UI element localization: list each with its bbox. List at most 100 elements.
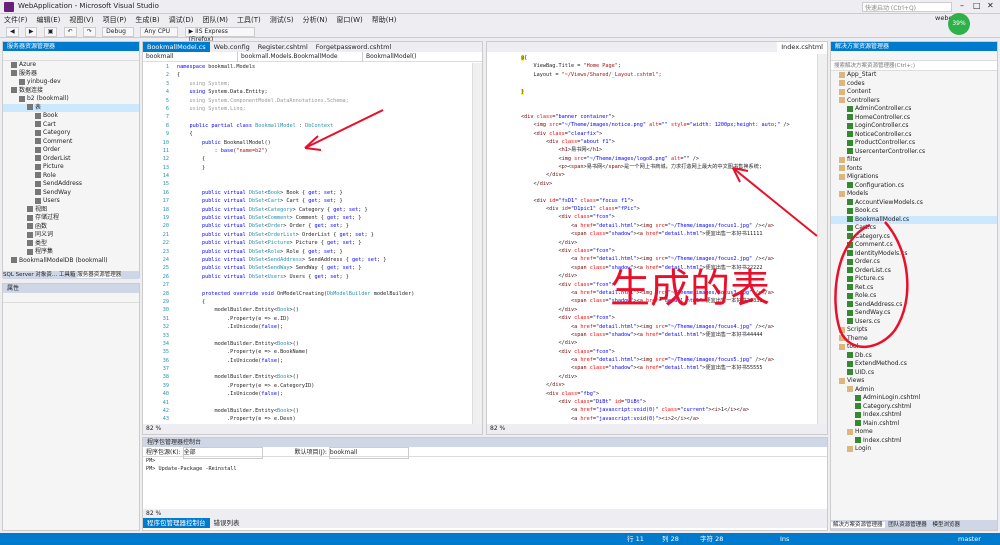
menu-project[interactable]: 项目(P)	[103, 14, 127, 26]
server-explorer-item[interactable]: Book	[3, 112, 139, 121]
solution-explorer-item[interactable]: Admin	[831, 386, 997, 395]
forward-button[interactable]: ▶	[24, 27, 38, 37]
menu-edit[interactable]: 编辑(E)	[37, 14, 61, 26]
tab-forgetpassword[interactable]: Forgetpassword.cshtml	[312, 42, 395, 52]
pmc-project-select[interactable]: bookmall	[328, 447, 409, 459]
solution-explorer-item[interactable]: filter	[831, 156, 997, 165]
solution-explorer-item[interactable]: codes	[831, 80, 997, 89]
menu-team[interactable]: 团队(M)	[202, 14, 228, 26]
server-explorer-item[interactable]: 服务器	[3, 70, 139, 79]
pmc-output[interactable]: PM> PM> Update-Package -Reinstall	[143, 457, 827, 509]
platform-select[interactable]: Any CPU	[140, 27, 179, 37]
tab-server-explorer[interactable]: 服务器资源管理器	[77, 272, 122, 278]
left-zoom[interactable]: 82 %	[143, 424, 482, 434]
server-explorer-item[interactable]: 同义词	[3, 231, 139, 240]
solution-explorer-item[interactable]: Configuration.cs	[831, 182, 997, 191]
solution-explorer-item[interactable]: Theme	[831, 335, 997, 344]
redo-icon[interactable]: ↷	[82, 27, 96, 37]
tab-toolbox[interactable]: 工具箱	[59, 272, 76, 278]
solution-explorer-item[interactable]: Migrations	[831, 173, 997, 182]
solution-explorer-item[interactable]: Controllers	[831, 97, 997, 106]
menu-debug[interactable]: 调试(D)	[169, 14, 194, 26]
tab-model-browser[interactable]: 模型浏览器	[931, 522, 963, 528]
solution-explorer-item[interactable]: Models	[831, 190, 997, 199]
left-scrollbar[interactable]	[472, 63, 482, 424]
server-explorer-item[interactable]: Role	[3, 172, 139, 181]
menu-window[interactable]: 窗口(W)	[336, 14, 362, 26]
solution-explorer-item[interactable]: Picture.cs	[831, 275, 997, 284]
server-explorer-item[interactable]: Azure	[3, 61, 139, 70]
tab-solution-explorer[interactable]: 解决方案资源管理器	[831, 522, 885, 528]
solution-explorer-item[interactable]: tool	[831, 343, 997, 352]
solution-explorer-item[interactable]: SendWay.cs	[831, 309, 997, 318]
pmc-zoom[interactable]: 82 %	[143, 509, 827, 518]
server-explorer-item[interactable]: 类型	[3, 240, 139, 249]
server-explorer-item[interactable]: yinbug-dev	[3, 78, 139, 87]
menu-tools[interactable]: 工具(T)	[237, 14, 261, 26]
server-explorer-item[interactable]: BookmallModelDB (bookmall)	[3, 257, 139, 266]
maximize-button[interactable]: □	[973, 1, 981, 10]
minimize-button[interactable]: –	[960, 1, 964, 10]
server-explorer-item[interactable]: Order	[3, 146, 139, 155]
server-explorer-item[interactable]: Category	[3, 129, 139, 138]
quick-launch-input[interactable]: 快速启动 (Ctrl+Q)	[862, 2, 952, 12]
solution-explorer-item[interactable]: UID.cs	[831, 369, 997, 378]
solution-explorer-item[interactable]: Content	[831, 88, 997, 97]
solution-explorer-item[interactable]: Category.cs	[831, 233, 997, 242]
server-explorer-item[interactable]: b2 (bookmall)	[3, 95, 139, 104]
right-code[interactable]: @{ ViewBag.Title = "Home Page"; Layout =…	[521, 54, 815, 424]
right-scrollbar[interactable]	[817, 54, 827, 424]
tab-bookmallmodel[interactable]: BookmallModel.cs	[143, 42, 210, 52]
solution-explorer-item[interactable]: BookmallModel.cs	[831, 215, 997, 224]
solution-explorer-item[interactable]: AdminController.cs	[831, 105, 997, 114]
solution-explorer-item[interactable]: HomeController.cs	[831, 114, 997, 123]
save-icon[interactable]: ▣	[43, 27, 58, 37]
menu-test[interactable]: 测试(S)	[270, 14, 294, 26]
solution-explorer-item[interactable]: Users.cs	[831, 318, 997, 327]
solution-explorer-item[interactable]: Order.cs	[831, 258, 997, 267]
server-explorer-item[interactable]: OrderList	[3, 155, 139, 164]
server-explorer-item[interactable]: Comment	[3, 138, 139, 147]
server-explorer-item[interactable]: 视图	[3, 206, 139, 215]
pmc-source-select[interactable]: 全部	[182, 447, 263, 459]
server-explorer-item[interactable]: Cart	[3, 121, 139, 130]
close-button[interactable]: ✕	[987, 1, 994, 10]
undo-icon[interactable]: ↶	[63, 27, 77, 37]
nav-project[interactable]: bookmall	[143, 52, 238, 62]
server-explorer-item[interactable]: 数据连接	[3, 87, 139, 96]
solution-explorer-item[interactable]: Main.cshtml	[831, 420, 997, 429]
solution-explorer-item[interactable]: LoginController.cs	[831, 122, 997, 131]
server-explorer-item[interactable]: 函数	[3, 223, 139, 232]
back-button[interactable]: ◀	[6, 27, 19, 37]
tab-error-list[interactable]: 错误列表	[210, 518, 244, 528]
run-button[interactable]: ▶ IIS Express (Firefox)	[184, 27, 255, 43]
status-branch[interactable]: master	[958, 533, 981, 545]
solution-explorer-item[interactable]: Category.cshtml	[831, 403, 997, 412]
tab-sql-object[interactable]: SQL Server 对象资...	[3, 272, 57, 278]
solution-explorer-item[interactable]: Home	[831, 428, 997, 437]
solution-explorer-item[interactable]: fonts	[831, 165, 997, 174]
solution-explorer-item[interactable]: NoticeController.cs	[831, 131, 997, 140]
tab-pmc[interactable]: 程序包管理器控制台	[143, 518, 210, 528]
solution-search-input[interactable]: 搜索解决方案资源管理器(Ctrl+;)	[831, 61, 997, 71]
solution-explorer-item[interactable]: IdentityModels.cs	[831, 250, 997, 259]
menu-build[interactable]: 生成(B)	[135, 14, 159, 26]
tab-team-explorer[interactable]: 团队资源管理器	[886, 522, 929, 528]
left-code[interactable]: namespace bookmall.Models { using System…	[177, 63, 471, 424]
server-explorer-item[interactable]: 存储过程	[3, 214, 139, 223]
menu-help[interactable]: 帮助(H)	[372, 14, 397, 26]
right-zoom[interactable]: 82 %	[487, 424, 827, 434]
tab-index[interactable]: Index.cshtml	[777, 42, 827, 52]
solution-explorer-item[interactable]: ExtendMethod.cs	[831, 360, 997, 369]
solution-explorer-item[interactable]: ProductController.cs	[831, 139, 997, 148]
solution-explorer-item[interactable]: Book.cs	[831, 207, 997, 216]
solution-explorer-item[interactable]: SendAddress.cs	[831, 301, 997, 310]
solution-explorer-item[interactable]: Login	[831, 445, 997, 454]
menu-view[interactable]: 视图(V)	[69, 14, 93, 26]
solution-explorer-item[interactable]: Role.cs	[831, 292, 997, 301]
solution-explorer-item[interactable]: AdminLogin.cshtml	[831, 394, 997, 403]
nav-member[interactable]: BookmallModel()	[363, 52, 416, 62]
solution-explorer-item[interactable]: Index.cshtml	[831, 411, 997, 420]
tab-webconfig[interactable]: Web.config	[210, 42, 254, 52]
server-explorer-item[interactable]: 表	[3, 103, 139, 112]
